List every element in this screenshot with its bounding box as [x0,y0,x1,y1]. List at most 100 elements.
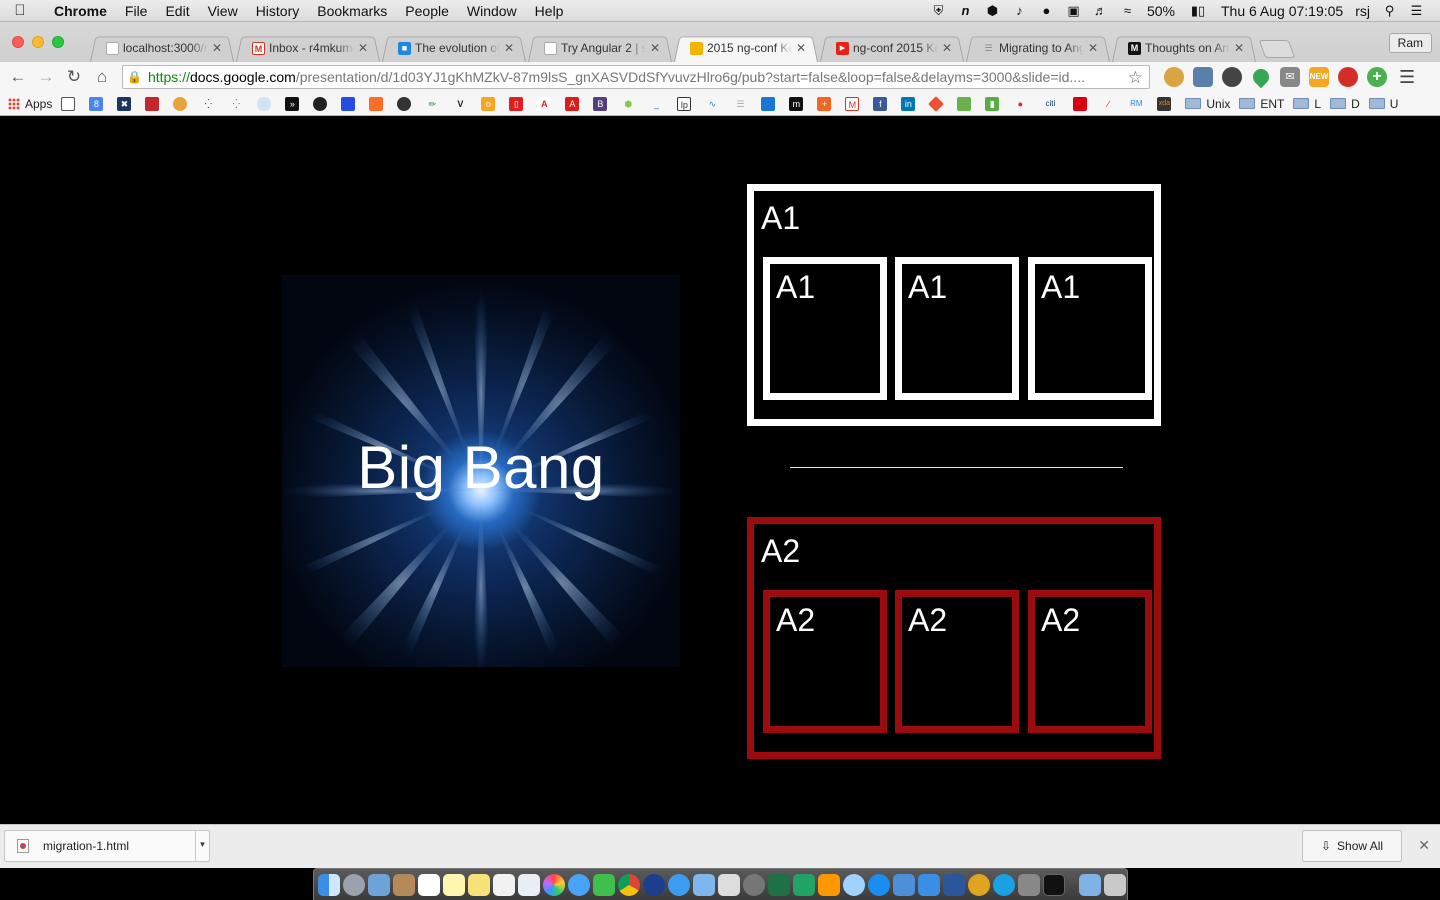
excel-icon[interactable] [768,873,790,896]
close-tab-icon[interactable]: ✕ [650,41,660,55]
bookmark-item[interactable] [761,96,780,111]
facetime-icon[interactable] [593,873,615,896]
bookmark-item[interactable]: ⁛ [229,97,248,111]
forward-arrow-icon[interactable]: → [32,67,60,87]
mail-extension-icon[interactable]: ✉ [1280,67,1300,87]
spotlight-search-icon[interactable]: ⚲ [1382,3,1397,18]
calculator-icon[interactable] [718,873,740,896]
downloads-folder-icon[interactable] [1079,873,1101,896]
close-shelf-icon[interactable]: ✕ [1418,837,1430,854]
bookmark-item[interactable] [61,96,80,111]
target-extension-icon[interactable] [1222,67,1242,87]
menu-file[interactable]: File [116,3,157,19]
bookmark-item[interactable]: f [873,96,892,111]
bookmark-item[interactable] [341,96,360,111]
clock[interactable]: Thu 6 Aug 07:19:05 [1221,3,1343,19]
close-tab-icon[interactable]: ✕ [212,41,222,55]
bookmark-folder-ent[interactable]: ENT [1239,97,1284,111]
firefox-icon[interactable] [643,873,665,896]
bookmark-item[interactable]: o [481,96,500,111]
close-window-button[interactable] [12,36,24,48]
bookmark-item[interactable]: ☰ [733,97,752,111]
calendar-icon[interactable] [418,873,440,896]
bookmark-item[interactable] [397,96,416,111]
app-menu[interactable]: Chrome [40,3,116,19]
menu-history[interactable]: History [247,3,309,19]
menu-help[interactable]: Help [526,3,573,19]
wifi-icon[interactable]: ≈ [1120,3,1135,18]
bookmark-item[interactable] [173,96,192,111]
user-name[interactable]: rsj [1355,3,1370,19]
chrome-menu-icon[interactable]: ☰ [1399,67,1415,88]
menu-bookmarks[interactable]: Bookmarks [308,3,396,19]
launchpad-icon[interactable] [343,873,365,896]
battery-icon[interactable]: ▮▯ [1187,3,1209,18]
bookmark-item[interactable]: » [285,96,304,111]
bookmark-item[interactable]: citi [1041,97,1064,111]
safari-icon[interactable] [668,873,690,896]
cookie-extension-icon[interactable] [1164,67,1184,87]
back-arrow-icon[interactable]: ← [4,67,32,87]
profile-button[interactable]: Ram [1388,33,1432,53]
bookmark-item[interactable]: ▮ [985,96,1004,111]
address-bar[interactable]: 🔒 https://docs.google.com/presentation/d… [122,65,1150,89]
tab-try-angular[interactable]: Try Angular 2 | secti ✕ [522,34,678,62]
reload-icon[interactable]: ↻ [60,67,88,87]
bookmark-item[interactable] [145,96,164,111]
tab-ngconf-youtube[interactable]: ▶ ng-conf 2015 Keyno ✕ [814,34,970,62]
menu-people[interactable]: People [396,3,458,19]
bell-icon[interactable]: ♪ [1012,3,1027,18]
messages-icon[interactable] [568,873,590,896]
new-tab-button[interactable] [1258,40,1296,58]
bookmark-item[interactable]: ● [1013,97,1032,111]
bookmark-apps[interactable]: Apps [8,97,52,111]
download-item[interactable]: migration-1.html ▼ [4,830,210,862]
minimize-window-button[interactable] [32,36,44,48]
bookmark-item[interactable]: 8 [89,96,108,111]
utilities-icon[interactable] [1018,873,1040,896]
terminal-icon[interactable] [1043,873,1065,896]
show-all-downloads-button[interactable]: ⇩ Show All [1302,830,1402,862]
new-badge-extension-icon[interactable]: NEW [1309,67,1329,87]
bookmark-item[interactable]: ⬢ [621,97,640,111]
tab-localhost[interactable]: localhost:3000/ng2 ✕ [84,34,240,62]
sublime-text-icon[interactable] [818,873,840,896]
bookmark-item[interactable]: ∕ [1101,97,1120,111]
bookmark-item[interactable]: in [901,96,920,111]
tab-evolution[interactable]: ■ The evolution of An ✕ [376,34,532,62]
trash-icon[interactable] [1104,873,1126,896]
photos-icon[interactable] [543,873,565,896]
bookmark-item[interactable]: V [453,97,472,111]
bookmark-item[interactable]: xda [1157,96,1176,111]
finder-icon[interactable] [318,873,340,896]
bookmark-item[interactable] [1073,96,1092,111]
bookmark-item[interactable]: M [845,96,864,111]
textedit-icon[interactable] [518,873,540,896]
bookmark-item[interactable]: ✖ [117,96,136,111]
system-preferences-icon[interactable] [743,873,765,896]
close-tab-icon[interactable]: ✕ [796,41,806,55]
word-icon[interactable] [943,873,965,896]
bookmark-folder-d[interactable]: D [1330,97,1360,111]
close-tab-icon[interactable]: ✕ [942,41,952,55]
volume-icon[interactable]: ♬ [1093,3,1108,18]
bookmark-item[interactable]: ∿ [705,97,724,111]
bookmark-item[interactable]: A [565,96,584,111]
bookmark-item[interactable] [369,96,388,111]
close-tab-icon[interactable]: ✕ [1234,41,1244,55]
tab-inbox[interactable]: M Inbox - r4mkum4r.r ✕ [230,34,386,62]
menu-view[interactable]: View [199,3,247,19]
bookmark-item[interactable]: B [593,96,612,111]
bookmark-item[interactable]: ▯ [509,96,528,111]
menu-edit[interactable]: Edit [156,3,198,19]
apple-menu-icon[interactable]:  [0,2,40,19]
app-store-icon[interactable] [868,873,890,896]
tab-migrating[interactable]: ☰ Migrating to Angula ✕ [960,34,1116,62]
bookmark-folder-u[interactable]: U [1368,97,1398,111]
add-extension-icon[interactable]: + [1367,67,1387,87]
webstorm-icon[interactable] [793,873,815,896]
lock-icon[interactable]: 🔒 [127,70,142,84]
stickies-icon[interactable] [468,873,490,896]
bookmark-item[interactable]: _ [649,97,668,111]
hexagon-icon[interactable]: ⬢ [985,3,1000,18]
